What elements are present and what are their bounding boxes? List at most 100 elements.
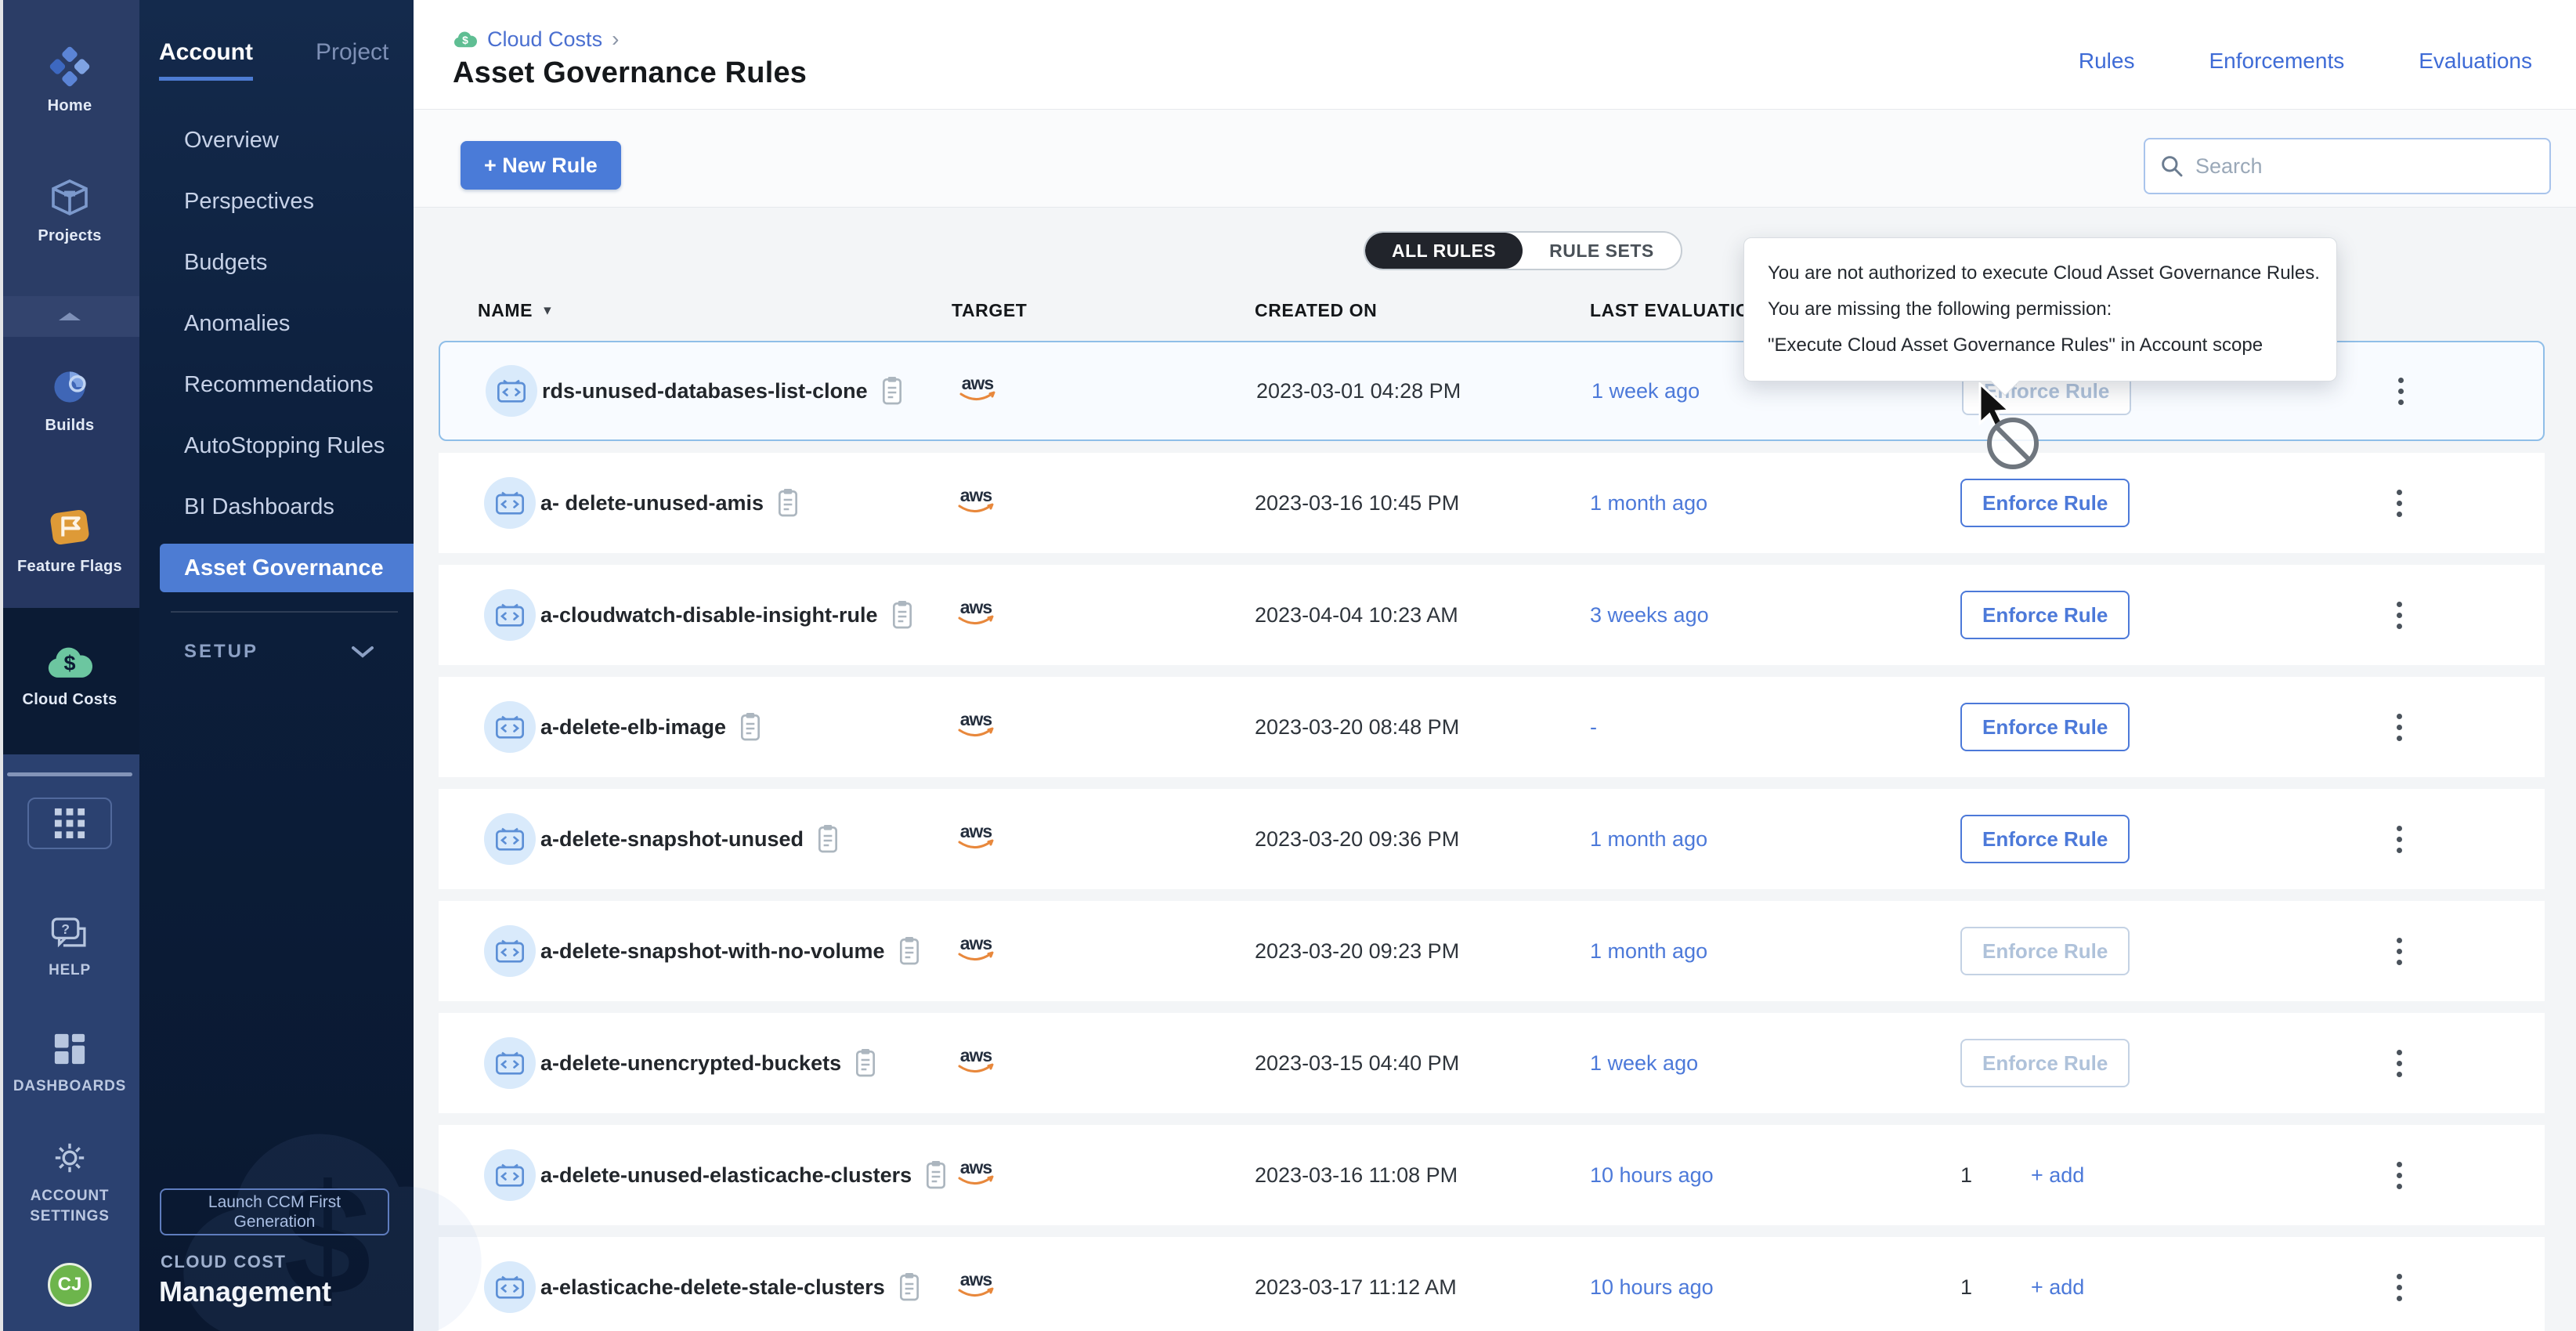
- rules-toggle: ALL RULES RULE SETS: [1364, 231, 1682, 270]
- rule-name-cell: rds-unused-databases-list-clone: [542, 375, 953, 407]
- kebab-menu-icon[interactable]: [2390, 370, 2412, 413]
- rail-label: HELP: [49, 960, 91, 981]
- table-row[interactable]: a-delete-elb-image aws 2023-03-20 08:48 …: [439, 677, 2545, 777]
- aws-logo: aws: [952, 1044, 1000, 1079]
- kebab-menu-icon[interactable]: [2389, 482, 2410, 525]
- toggle-rule-sets[interactable]: RULE SETS: [1523, 233, 1681, 269]
- header-nav-links: Rules Enforcements Evaluations: [2079, 49, 2532, 74]
- table-row[interactable]: a-delete-snapshot-unused aws 2023-03-20 …: [439, 789, 2545, 889]
- tab-project[interactable]: Project: [316, 39, 388, 81]
- table-row[interactable]: a-cloudwatch-disable-insight-rule aws 20…: [439, 565, 2545, 665]
- nav-link-evaluations[interactable]: Evaluations: [2419, 49, 2532, 74]
- breadcrumb: $ Cloud Costs ›: [453, 27, 619, 52]
- column-label: CREATED ON: [1255, 300, 1377, 321]
- last-evaluated-cell: 1 month ago: [1590, 827, 1954, 852]
- rail-item-cloud-costs[interactable]: $ Cloud Costs: [0, 642, 139, 709]
- tooltip-line: You are not authorized to execute Cloud …: [1768, 255, 2313, 291]
- enforce-rule-button[interactable]: Enforce Rule: [1960, 927, 2130, 975]
- product-eyebrow: CLOUD COST: [161, 1252, 286, 1272]
- product-name: Management: [159, 1275, 331, 1308]
- created-on-cell: 2023-03-16 10:45 PM: [1255, 491, 1590, 515]
- rule-name-cell: a-elasticache-delete-stale-clusters: [540, 1271, 952, 1303]
- table-row[interactable]: a-elasticache-delete-stale-clusters aws …: [439, 1237, 2545, 1331]
- rail-item-builds[interactable]: Builds: [0, 365, 139, 435]
- kebab-menu-icon[interactable]: [2389, 930, 2410, 973]
- add-enforcement-link[interactable]: + add: [2031, 1275, 2084, 1300]
- table-row[interactable]: a-delete-snapshot-with-no-volume aws 202…: [439, 901, 2545, 1001]
- launch-ccm-first-gen-button[interactable]: Launch CCM First Generation: [160, 1188, 389, 1235]
- sidebar-item-bi-dashboards[interactable]: BI Dashboards: [139, 476, 414, 537]
- aws-logo: aws: [952, 596, 1000, 631]
- table-row[interactable]: a-delete-unused-elasticache-clusters aws…: [439, 1125, 2545, 1225]
- add-enforcement-link[interactable]: + add: [2031, 1163, 2084, 1188]
- copy-icon[interactable]: [891, 599, 914, 631]
- row-menu-cell: [2346, 930, 2545, 973]
- sidebar-divider: [171, 611, 398, 613]
- sidebar-item-overview[interactable]: Overview: [139, 110, 414, 171]
- sidebar-item-asset-governance[interactable]: Asset Governance: [160, 544, 414, 592]
- module-switcher-button[interactable]: [27, 798, 112, 849]
- rail-item-dashboards[interactable]: DASHBOARDS: [0, 1029, 139, 1097]
- copy-icon[interactable]: [776, 487, 800, 519]
- enforce-rule-button[interactable]: Enforce Rule: [1960, 815, 2130, 863]
- created-on-cell: 2023-03-20 09:23 PM: [1255, 939, 1590, 964]
- new-rule-button[interactable]: + New Rule: [461, 141, 621, 190]
- cloud-costs-icon: $: [45, 642, 94, 683]
- setup-section-toggle[interactable]: SETUP: [184, 641, 374, 663]
- table-row[interactable]: a-delete-unencrypted-buckets aws 2023-03…: [439, 1013, 2545, 1113]
- copy-icon[interactable]: [880, 375, 904, 407]
- user-avatar[interactable]: CJ: [48, 1263, 92, 1307]
- copy-icon[interactable]: [854, 1047, 877, 1079]
- sidebar-item-budgets[interactable]: Budgets: [139, 232, 414, 293]
- kebab-menu-icon[interactable]: [2389, 1042, 2410, 1085]
- row-menu-cell: [2346, 594, 2545, 637]
- table-row[interactable]: a- delete-unused-amis aws 2023-03-16 10:…: [439, 453, 2545, 553]
- enforce-rule-button[interactable]: Enforce Rule: [1960, 703, 2130, 751]
- kebab-menu-icon[interactable]: [2389, 1154, 2410, 1197]
- rule-name: rds-unused-databases-list-clone: [542, 379, 868, 403]
- sidebar-item-perspectives[interactable]: Perspectives: [139, 171, 414, 232]
- column-header-name[interactable]: NAME ▾: [439, 300, 952, 321]
- collapse-up-icon: [56, 310, 83, 323]
- copy-icon[interactable]: [898, 1271, 921, 1303]
- toggle-all-rules[interactable]: ALL RULES: [1365, 233, 1523, 269]
- kebab-menu-icon[interactable]: [2389, 818, 2410, 861]
- last-evaluated-cell: 1 week ago: [1591, 379, 1956, 403]
- enforce-rule-button[interactable]: Enforce Rule: [1960, 591, 2130, 639]
- row-menu-cell: [2346, 818, 2545, 861]
- rule-icon: [486, 365, 537, 417]
- copy-icon[interactable]: [924, 1159, 948, 1191]
- enforce-rule-button[interactable]: Enforce Rule: [1960, 479, 2130, 527]
- last-evaluated-cell: 10 hours ago: [1590, 1163, 1954, 1188]
- rule-name: a-cloudwatch-disable-insight-rule: [540, 603, 878, 628]
- enforcement-count: 1: [1960, 1275, 1976, 1300]
- enforce-rule-button[interactable]: Enforce Rule: [1960, 1039, 2130, 1087]
- rail-item-projects[interactable]: Projects: [0, 175, 139, 245]
- sidebar-item-autostopping-rules[interactable]: AutoStopping Rules: [139, 415, 414, 476]
- rail-item-feature-flags[interactable]: Feature Flags: [0, 505, 139, 576]
- svg-text:aws: aws: [960, 1157, 992, 1177]
- rail-item-home[interactable]: Home: [0, 44, 139, 115]
- nav-link-enforcements[interactable]: Enforcements: [2209, 49, 2344, 74]
- rail-collapse-band[interactable]: [0, 296, 139, 337]
- kebab-menu-icon[interactable]: [2389, 594, 2410, 637]
- nav-link-rules[interactable]: Rules: [2079, 49, 2135, 74]
- copy-icon[interactable]: [816, 823, 840, 855]
- sidebar-item-recommendations[interactable]: Recommendations: [139, 354, 414, 415]
- target-cell: aws: [952, 932, 1255, 971]
- rule-icon-cell: [439, 813, 540, 865]
- tooltip-line: You are missing the following permission…: [1768, 291, 2313, 327]
- svg-text:aws: aws: [960, 821, 992, 841]
- dashboards-icon: [50, 1029, 89, 1069]
- copy-icon[interactable]: [739, 711, 762, 743]
- tab-account[interactable]: Account: [159, 39, 253, 81]
- rail-item-help[interactable]: ? HELP: [0, 915, 139, 981]
- rule-icon: [484, 477, 536, 529]
- kebab-menu-icon[interactable]: [2389, 706, 2410, 749]
- sidebar-item-anomalies[interactable]: Anomalies: [139, 293, 414, 354]
- search-input[interactable]: [2195, 154, 2535, 179]
- kebab-menu-icon[interactable]: [2389, 1266, 2410, 1309]
- breadcrumb-link-cloud-costs[interactable]: Cloud Costs: [487, 27, 602, 52]
- rail-item-account-settings[interactable]: ACCOUNT SETTINGS: [0, 1137, 139, 1227]
- copy-icon[interactable]: [898, 935, 921, 967]
